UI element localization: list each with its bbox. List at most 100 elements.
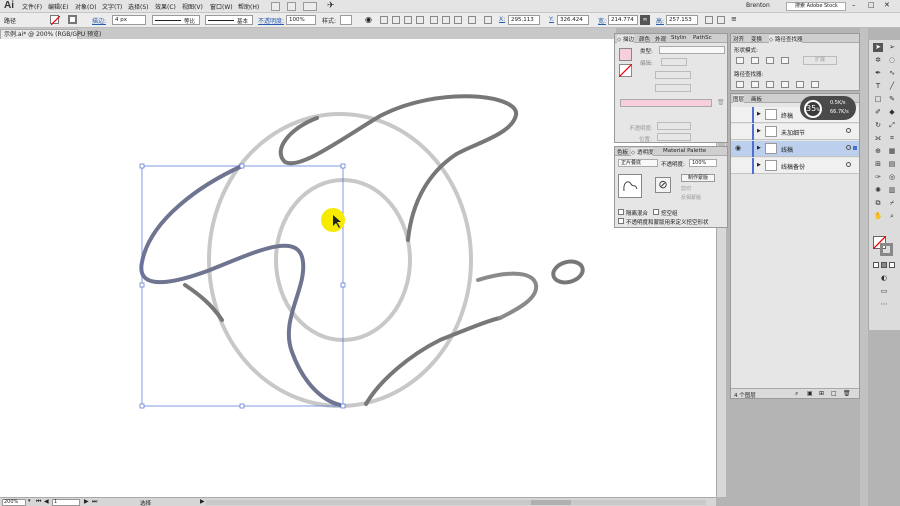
link-proportions-icon[interactable]: ∞ (640, 15, 650, 25)
menu-window[interactable]: 窗口(W) (210, 2, 233, 11)
hand-tool-icon[interactable]: ✋ (873, 212, 883, 221)
align-left-icon[interactable] (392, 16, 400, 24)
expand-button[interactable]: 扩展 (803, 56, 837, 65)
recolor-icon[interactable]: ◉ (365, 15, 372, 24)
shape-builder-tool-icon[interactable]: ⊕ (873, 147, 883, 156)
graphic-style-picker[interactable] (340, 15, 352, 25)
opacity-input[interactable]: 100% (286, 15, 316, 25)
menu-effect[interactable]: 效果(C) (155, 2, 176, 11)
opacity-mask-define-checkbox[interactable] (618, 218, 624, 224)
selected-path[interactable] (139, 164, 342, 407)
merge-icon[interactable] (766, 81, 774, 88)
expand-layer-icon[interactable]: ▶ (757, 162, 761, 168)
zoom-field[interactable]: 200% (2, 499, 26, 506)
rotate-tool-icon[interactable]: ↻ (873, 121, 883, 130)
mesh-tool-icon[interactable]: ⊞ (873, 160, 883, 169)
eyedropper-tool-icon[interactable]: ✑ (873, 173, 883, 182)
selection-tool-icon[interactable]: ➤ (873, 43, 883, 52)
locate-object-icon[interactable]: ⌕ (795, 390, 798, 398)
column-graph-tool-icon[interactable]: ▥ (887, 186, 897, 195)
handle-bottom-right[interactable] (340, 403, 346, 409)
stroke-indicator[interactable] (880, 243, 893, 256)
tail-stroke[interactable] (476, 271, 539, 320)
pen-tool-icon[interactable]: ✒ (873, 69, 883, 78)
artboard-canvas[interactable] (0, 39, 716, 497)
panel-menu-icon[interactable]: ≡ (731, 15, 737, 23)
expand-layer-icon[interactable]: ▶ (757, 128, 761, 134)
layer-row-lineart[interactable]: ◉ ▶ 线稿 (731, 141, 859, 157)
stop-opacity-field[interactable] (657, 122, 691, 130)
divide-icon[interactable] (736, 81, 744, 88)
align-right-icon[interactable] (416, 16, 424, 24)
maximize-icon[interactable]: □ (868, 1, 875, 9)
gradient-angle-field[interactable] (655, 71, 691, 79)
prev-artboard-icon[interactable]: ◀ (44, 498, 49, 505)
layer-name[interactable]: 终稿 (781, 111, 793, 120)
expand-layer-icon[interactable]: ▶ (757, 111, 761, 117)
delete-layer-icon[interactable]: 🗑 (843, 390, 851, 397)
symbol-sprayer-tool-icon[interactable]: ✺ (873, 186, 883, 195)
artboard-number-field[interactable]: 1 (52, 499, 80, 506)
line-tool-icon[interactable]: ╱ (887, 82, 897, 91)
free-transform-tool-icon[interactable]: ⌗ (887, 134, 897, 143)
lasso-tool-icon[interactable]: ◌ (887, 56, 897, 65)
handle-bottom-center[interactable] (239, 403, 245, 409)
isolate-blending-checkbox[interactable] (618, 209, 624, 215)
layer-name[interactable]: 线稿 (781, 145, 793, 154)
type-tool-icon[interactable]: T (873, 82, 883, 91)
w-label[interactable]: 宽: (598, 16, 606, 25)
tab-artboards[interactable]: 画板 (751, 95, 762, 103)
trim-icon[interactable] (751, 81, 759, 88)
align-to-icon[interactable] (380, 16, 388, 24)
slice-tool-icon[interactable]: ⌿ (887, 199, 897, 208)
delete-stop-icon[interactable]: 🗑 (717, 99, 725, 106)
handle-top-center[interactable] (239, 163, 245, 169)
tab-color[interactable]: 颜色 (639, 35, 650, 43)
menu-edit[interactable]: 编辑(E) (48, 2, 68, 11)
align-middle-icon[interactable] (442, 16, 450, 24)
tab-pathfinder[interactable]: ◇ 路径查找器 (769, 35, 803, 43)
gradient-tool-icon[interactable]: ▤ (887, 160, 897, 169)
stock-icon[interactable] (287, 2, 296, 11)
stroke-none-swatch[interactable] (619, 64, 632, 77)
last-artboard-icon[interactable]: ⏭ (92, 498, 97, 506)
gradient-type-select[interactable] (659, 46, 725, 54)
first-artboard-icon[interactable]: ⏮ (36, 498, 41, 506)
minimize-icon[interactable]: – (852, 1, 856, 9)
curvature-tool-icon[interactable]: ∿ (887, 69, 897, 78)
reference-point-icon[interactable] (484, 16, 492, 24)
x-label[interactable]: X: (499, 16, 505, 23)
stock-search-input[interactable]: 搜索 Adobe Stock (786, 2, 846, 11)
handle-top-right[interactable] (340, 163, 346, 169)
tab-swatches[interactable]: 色板 (617, 148, 628, 156)
close-icon[interactable]: ✕ (884, 1, 890, 9)
intersect-icon[interactable] (766, 57, 774, 64)
opacity-label[interactable]: 不透明度: (258, 16, 284, 25)
arrange-documents-icon[interactable] (303, 2, 317, 11)
zoom-tool-icon[interactable]: ⌕ (887, 212, 897, 221)
new-sublayer-icon[interactable]: ⊞ (819, 390, 824, 397)
menu-object[interactable]: 对象(O) (75, 2, 96, 11)
gradient-edit-buttons[interactable] (661, 58, 687, 66)
stop-position-field[interactable] (657, 133, 691, 141)
shaper-tool-icon[interactable]: ✐ (873, 108, 883, 117)
bridge-icon[interactable] (271, 2, 280, 11)
new-layer-icon[interactable]: □ (831, 390, 837, 397)
menu-type[interactable]: 文字(T) (102, 2, 122, 11)
align-bottom-icon[interactable] (454, 16, 462, 24)
clip-checkbox[interactable]: 剪切 (681, 185, 691, 192)
transparency-opacity-input[interactable]: 100% (689, 159, 717, 167)
layer-target-icon[interactable] (846, 162, 851, 167)
visibility-eye-icon[interactable]: ◉ (735, 144, 741, 152)
handle-top-left[interactable] (139, 163, 145, 169)
eraser-tool-icon[interactable]: ◆ (887, 108, 897, 117)
rectangle-tool-icon[interactable]: □ (873, 95, 883, 104)
fill-color-swatch[interactable] (619, 48, 632, 61)
variable-width-profile[interactable]: 等比 (152, 15, 200, 25)
selected-art-indicator[interactable] (853, 146, 857, 150)
blend-mode-select[interactable]: 正片叠底 (618, 159, 658, 167)
gradient-aspect-field[interactable] (655, 84, 691, 92)
expand-layer-icon[interactable]: ▶ (757, 145, 761, 151)
clipping-mask-icon[interactable]: ▣ (807, 390, 813, 397)
next-artboard-icon[interactable]: ▶ (84, 498, 89, 505)
